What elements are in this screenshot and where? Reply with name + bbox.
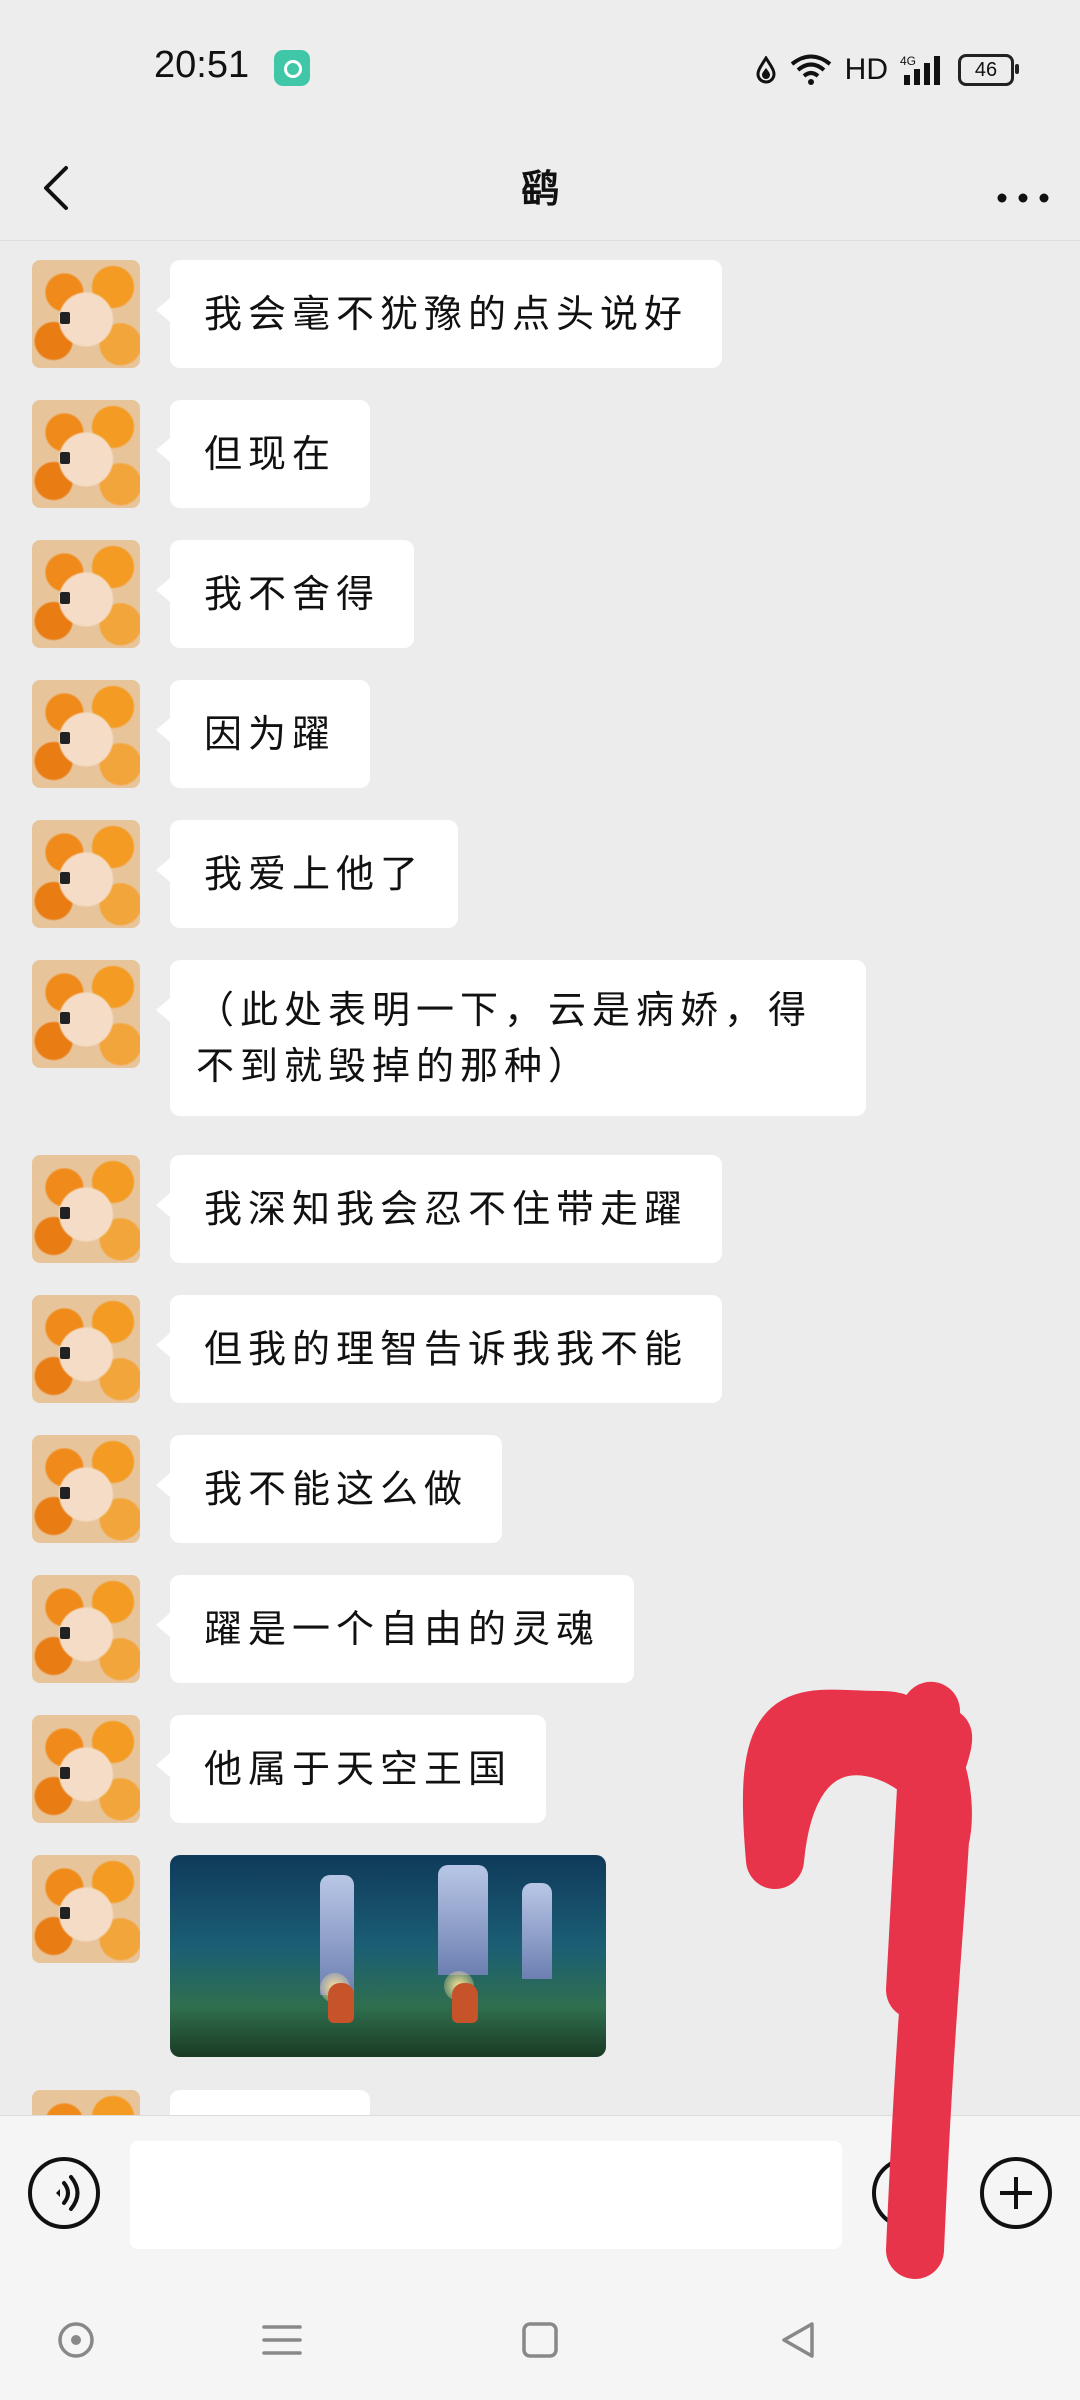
status-bar: 20:51 HD 4G 46 (0, 0, 1080, 140)
emoji-icon (894, 2184, 922, 2207)
back-icon (782, 2322, 814, 2358)
status-indicators: HD 4G 46 (755, 50, 1019, 90)
message-bubble[interactable]: 我不能这么做 (155, 1435, 503, 1543)
message-input[interactable] (130, 2141, 842, 2249)
more-functions-button[interactable] (980, 2157, 1052, 2229)
message-bubble[interactable]: 因为躍 (155, 680, 371, 788)
assistant-icon (58, 2322, 94, 2358)
message-bubble[interactable]: 他属于天空王国 (155, 1715, 547, 1823)
more-options-button[interactable] (988, 160, 1058, 220)
chat-title: 鹞 (520, 167, 559, 211)
message-list[interactable]: 我会毫不犹豫的点头说好 但现在 我不舍得 因为躍 我爱上他了 （此处表明一下，云… (0, 240, 1080, 2115)
svg-text:4G: 4G (900, 54, 916, 68)
voice-button[interactable] (28, 2157, 100, 2229)
home-button[interactable] (512, 2312, 568, 2368)
emoji-button[interactable] (872, 2157, 944, 2229)
avatar[interactable] (32, 820, 140, 928)
input-bar (0, 2115, 1080, 2281)
network-type-label: HD (844, 53, 888, 86)
avatar[interactable] (32, 540, 140, 648)
status-time: 20:51 (154, 44, 250, 86)
wifi-icon (790, 54, 831, 85)
battery-level: 46 (974, 58, 998, 81)
message-bubble[interactable]: 我不舍得 (155, 540, 415, 648)
voice-icon (56, 2175, 80, 2211)
avatar[interactable] (32, 260, 140, 368)
message-bubble[interactable]: 但现在 (155, 400, 371, 508)
battery-icon: 46 (958, 54, 1019, 86)
avatar[interactable] (32, 1295, 140, 1403)
assistant-button[interactable] (48, 2312, 104, 2368)
avatar[interactable] (32, 1155, 140, 1263)
app-notification-icon (274, 50, 310, 86)
game-screenshot-image[interactable] (170, 1855, 606, 2057)
avatar[interactable] (32, 400, 140, 508)
chat-header: 鹞 (0, 140, 1080, 241)
message-bubble[interactable]: 但我的理智告诉我我不能 (155, 1295, 723, 1403)
message-bubble[interactable]: （此处表明一下，云是病娇，得不到就毁掉的那种） (156, 960, 866, 1116)
avatar[interactable] (32, 1575, 140, 1683)
system-nav-bar (0, 2280, 1080, 2400)
avatar[interactable] (32, 2090, 140, 2115)
message-bubble[interactable]: 我会毫不犹豫的点头说好 (155, 260, 723, 368)
message-bubble-partial[interactable] (170, 2090, 370, 2115)
home-icon (522, 2322, 558, 2358)
message-bubble[interactable]: 我爱上他了 (155, 820, 459, 928)
more-dots-icon (997, 193, 1049, 203)
message-bubble[interactable]: 躍是一个自由的灵魂 (155, 1575, 635, 1683)
avatar[interactable] (32, 1435, 140, 1543)
cellular-4g-icon: 4G (900, 54, 940, 85)
menu-button[interactable] (254, 2312, 310, 2368)
data-saver-icon (756, 56, 776, 84)
avatar[interactable] (32, 960, 140, 1068)
menu-icon (262, 2325, 302, 2355)
avatar[interactable] (32, 1855, 140, 1963)
avatar[interactable] (32, 680, 140, 788)
message-bubble[interactable]: 我深知我会忍不住带走躍 (155, 1155, 723, 1263)
nav-back-button[interactable] (770, 2312, 826, 2368)
avatar[interactable] (32, 1715, 140, 1823)
